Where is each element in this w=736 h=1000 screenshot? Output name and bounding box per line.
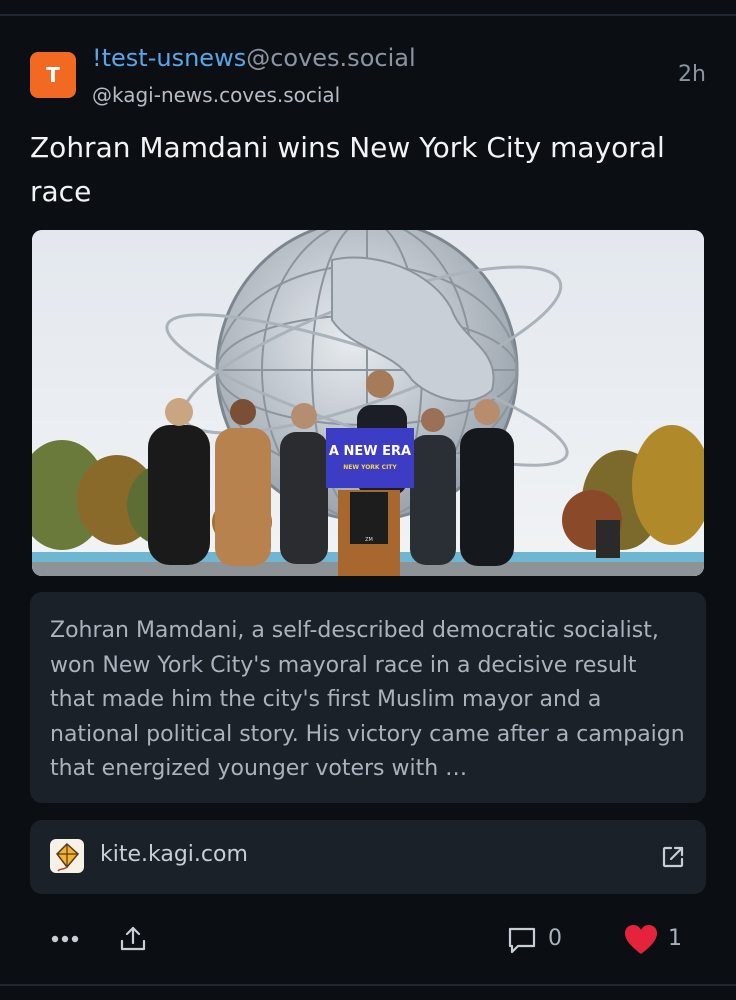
post-actions: 0 1 [30, 920, 706, 960]
community-link[interactable]: !test-usnews@coves.social [92, 44, 416, 72]
comment-count: 0 [548, 926, 562, 951]
link-card[interactable]: kite.kagi.com [30, 820, 706, 894]
podium-sign-line1: A NEW ERA [329, 444, 411, 459]
post-image[interactable]: A NEW ERA NEW YORK CITY ZM [32, 230, 704, 576]
post-title[interactable]: Zohran Mamdani wins New York City mayora… [30, 126, 706, 214]
post-timestamp: 2h [678, 62, 706, 87]
more-options-icon[interactable] [50, 928, 80, 950]
bottom-divider [0, 984, 736, 986]
unisphere-photo: A NEW ERA NEW YORK CITY ZM [32, 230, 704, 576]
speaker [596, 520, 620, 558]
community-host: @coves.social [246, 44, 416, 72]
heart-icon[interactable] [624, 924, 658, 956]
podium-sign-line2: NEW YORK CITY [343, 464, 397, 471]
top-divider [0, 14, 736, 16]
post-summary[interactable]: Zohran Mamdani, a self-described democra… [30, 592, 706, 803]
kite-icon [50, 839, 84, 873]
author-handle[interactable]: @kagi-news.coves.social [92, 83, 340, 107]
link-domain[interactable]: kite.kagi.com [100, 842, 248, 867]
post-header: T !test-usnews@coves.social @kagi-news.c… [30, 44, 706, 114]
external-link-icon[interactable] [660, 844, 686, 870]
community-name[interactable]: !test-usnews [92, 44, 246, 72]
community-avatar[interactable]: T [30, 52, 76, 98]
comment-icon[interactable] [506, 924, 538, 956]
share-icon[interactable] [118, 924, 148, 954]
like-count: 1 [668, 926, 682, 951]
podium-logo: ZM [365, 537, 373, 543]
